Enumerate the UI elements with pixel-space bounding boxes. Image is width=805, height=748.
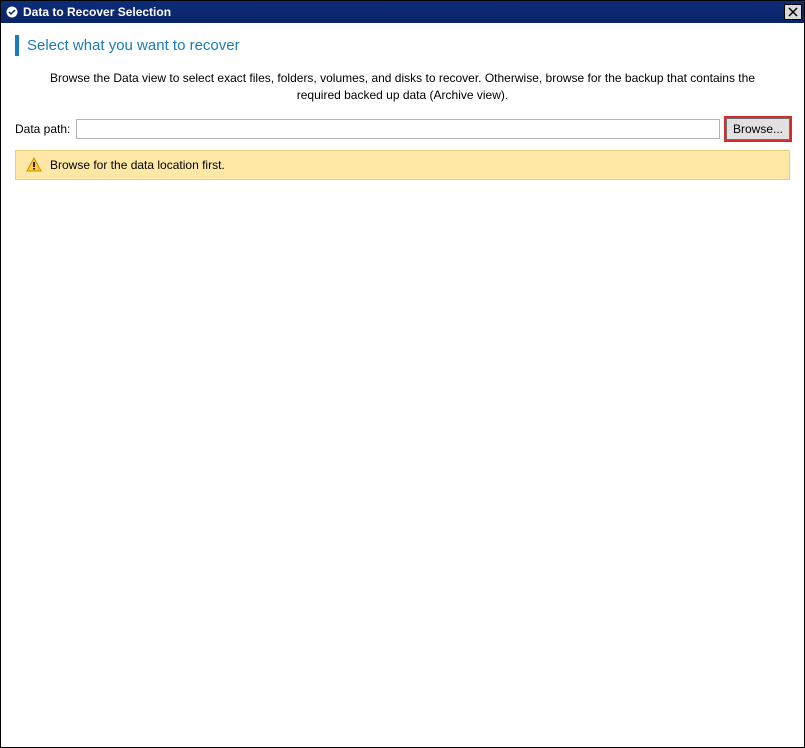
app-icon: [5, 5, 19, 19]
data-path-row: Data path: Browse...: [15, 118, 790, 140]
section-description: Browse the Data view to select exact fil…: [35, 70, 770, 104]
close-button[interactable]: [784, 4, 802, 20]
titlebar: Data to Recover Selection: [1, 1, 804, 23]
warning-bar: Browse for the data location first.: [15, 150, 790, 180]
content-area: Select what you want to recover Browse t…: [1, 23, 804, 180]
section-heading: Select what you want to recover: [15, 35, 790, 56]
data-path-input[interactable]: [76, 119, 720, 139]
warning-message: Browse for the data location first.: [50, 158, 225, 172]
warning-icon: [26, 157, 42, 173]
data-path-label: Data path:: [15, 122, 70, 136]
browse-button[interactable]: Browse...: [726, 118, 790, 140]
window-title: Data to Recover Selection: [23, 5, 784, 19]
